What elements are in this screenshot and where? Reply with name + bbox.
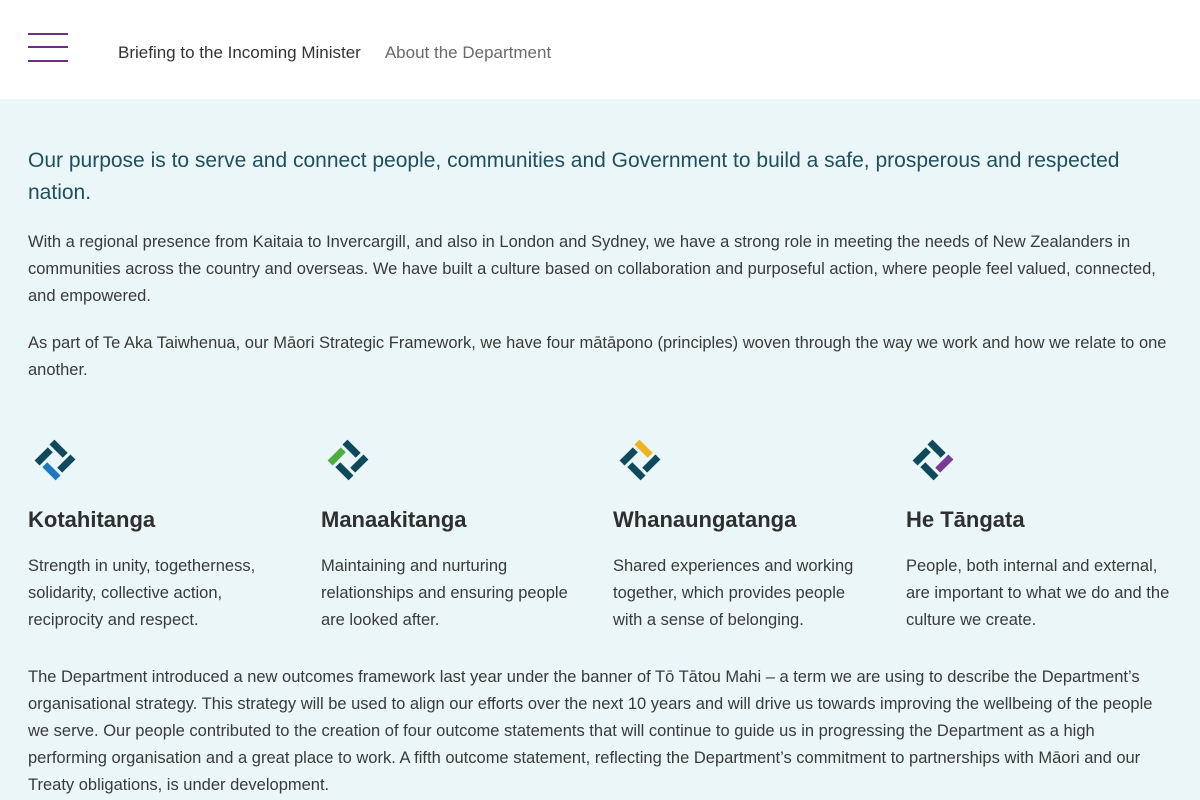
nav-link-briefing[interactable]: Briefing to the Incoming Minister	[118, 42, 361, 64]
breadcrumb-nav: Briefing to the Incoming Minister About …	[118, 42, 551, 64]
emblem-bar-right	[935, 454, 954, 473]
main-content: Our purpose is to serve and connect peop…	[0, 99, 1200, 800]
emblem-bar-top	[342, 439, 361, 458]
site-header: Briefing to the Incoming Minister About …	[0, 0, 1200, 99]
principle-description: Strength in unity, togetherness, solidar…	[28, 557, 256, 629]
principle-name: Whanaungatanga	[613, 507, 797, 532]
hamburger-line	[28, 33, 68, 35]
emblem-bar-right	[350, 454, 369, 473]
principles-grid: Kotahitanga Strength in unity, togethern…	[28, 433, 1178, 633]
hamburger-line	[28, 46, 68, 48]
emblem-bar-bottom	[335, 462, 354, 481]
whanaungatanga-emblem-icon	[619, 439, 661, 481]
he-tangata-emblem-icon	[912, 439, 954, 481]
emblem-bar-bottom	[920, 462, 939, 481]
purpose-statement: Our purpose is to serve and connect peop…	[28, 149, 1120, 204]
manaakitanga-emblem-icon	[327, 439, 369, 481]
emblem-bar-left	[912, 447, 931, 466]
emblem-bar-left	[619, 447, 638, 466]
emblem-bar-left	[327, 447, 346, 466]
emblem-bar-left	[34, 447, 53, 466]
hamburger-menu-icon[interactable]	[28, 33, 68, 63]
hamburger-line	[28, 60, 68, 62]
strategic-framework-paragraph: As part of Te Aka Taiwhenua, our Māori S…	[28, 334, 1167, 379]
emblem-bar-top	[927, 439, 946, 458]
emblem-bar-right	[642, 454, 661, 473]
emblem-bar-bottom	[627, 462, 646, 481]
principle-description: Maintaining and nurturing relationships …	[321, 557, 568, 629]
principle-name: Kotahitanga	[28, 507, 156, 532]
emblem-bar-right	[57, 454, 76, 473]
regional-presence-paragraph: With a regional presence from Kaitaia to…	[28, 233, 1156, 305]
kotahitanga-emblem-icon	[34, 439, 76, 481]
principle-name: He Tāngata	[906, 507, 1025, 532]
principle-description: Shared experiences and working together,…	[613, 557, 854, 629]
page: Briefing to the Incoming Minister About …	[0, 0, 1200, 800]
emblem-bar-bottom	[42, 462, 61, 481]
outcomes-framework-paragraph: The Department introduced a new outcomes…	[28, 668, 1153, 794]
principle-description: People, both internal and external, are …	[906, 557, 1170, 629]
emblem-bar-top	[634, 439, 653, 458]
principle-name: Manaakitanga	[321, 507, 467, 532]
emblem-bar-top	[49, 439, 68, 458]
nav-link-about[interactable]: About the Department	[385, 42, 551, 64]
